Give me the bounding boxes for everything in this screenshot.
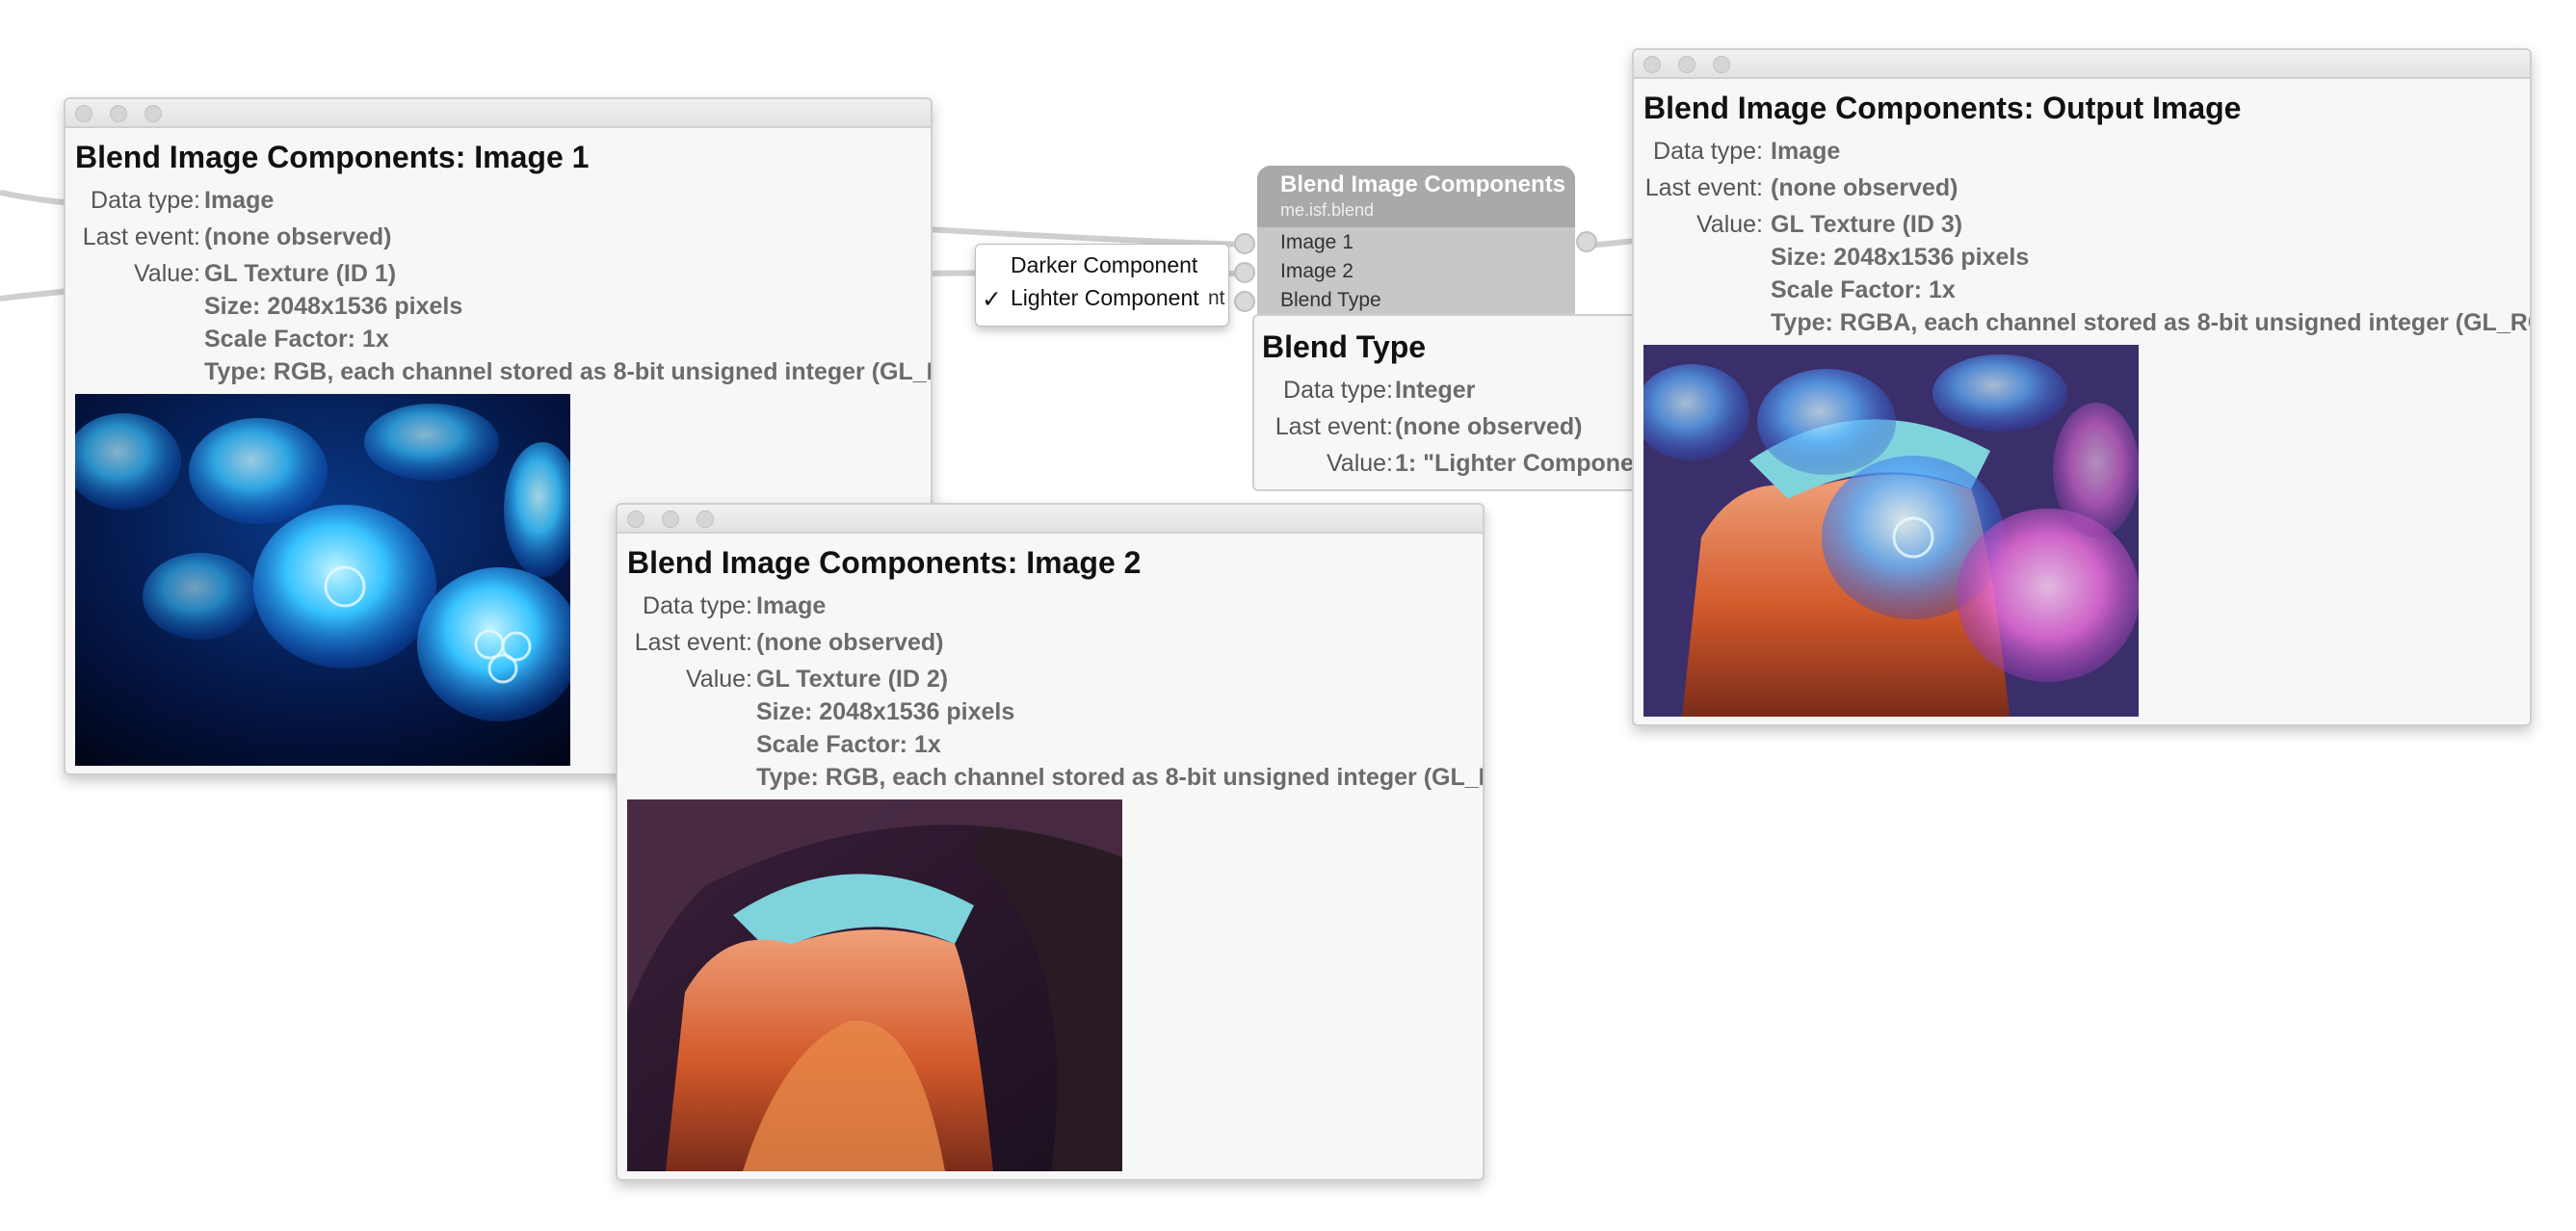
inspector-title: Blend Image Components: Output Image: [1643, 91, 2242, 125]
cable-in-left-1: [0, 190, 68, 205]
close-window-button[interactable]: [75, 105, 92, 122]
scale-factor-text: Scale Factor: 1x: [204, 326, 389, 353]
data-type-value: Image: [1771, 138, 1841, 165]
inspector-window-blend-type[interactable]: Blend Type Data type: Integer Last event…: [1252, 314, 1661, 491]
cable-image1-to-node: [926, 226, 1249, 248]
last-event-label: Last event:: [1275, 413, 1393, 440]
port-label-blend-type: Blend Type: [1280, 289, 1381, 311]
menu-item-darker-component[interactable]: Darker Component: [1011, 252, 1197, 278]
inspector-window-image2[interactable]: Blend Image Components: Image 2 Data typ…: [616, 503, 1485, 1181]
value-label: Value:: [133, 260, 200, 287]
blend-image-components-node[interactable]: Blend Image Components me.isf.blend Imag…: [1257, 166, 1575, 320]
input-port-image2[interactable]: [1234, 262, 1255, 283]
minimize-window-button[interactable]: [110, 105, 127, 122]
scale-factor-text: Scale Factor: 1x: [1771, 276, 1956, 303]
jellyfish-image: [75, 394, 570, 766]
type-text: Type: RGB, each channel stored as 8-bit …: [204, 358, 933, 385]
zoom-window-button[interactable]: [1713, 56, 1730, 73]
menu-item-lighter-component[interactable]: Lighter Component: [1011, 285, 1199, 311]
scale-factor-text: Scale Factor: 1x: [756, 731, 941, 758]
input-port-blend-type[interactable]: [1234, 291, 1255, 312]
value-text: GL Texture (ID 1): [204, 260, 397, 287]
port-label-image1: Image 1: [1280, 231, 1354, 253]
data-type-label: Data type:: [643, 592, 752, 619]
inspector-window-output-image[interactable]: Blend Image Components: Output Image Dat…: [1632, 48, 2532, 726]
last-event-value: (none observed): [756, 629, 944, 656]
input-port-image1[interactable]: [1234, 233, 1255, 254]
window-titlebar[interactable]: [66, 99, 931, 128]
window-titlebar[interactable]: [618, 505, 1483, 534]
data-type-label: Data type:: [91, 187, 200, 214]
value-label: Value:: [685, 666, 752, 693]
data-type-value: Image: [204, 187, 275, 214]
inspector-title: Blend Type: [1262, 329, 1427, 364]
window-titlebar[interactable]: [1634, 50, 2530, 79]
composition-canvas[interactable]: Blend Image Components: Image 1 Data typ…: [0, 0, 2576, 1231]
output-port-image[interactable]: [1576, 231, 1597, 252]
node-subtitle: me.isf.blend: [1280, 200, 1375, 220]
data-type-value: Integer: [1395, 377, 1476, 404]
value-text: 1: "Lighter Component": [1395, 450, 1661, 477]
minimize-window-button[interactable]: [1678, 56, 1695, 73]
blend-type-menu[interactable]: Darker Component ✓ Lighter Component: [975, 244, 1229, 327]
close-window-button[interactable]: [1643, 56, 1661, 73]
cable-in-left-2: [0, 288, 68, 301]
size-text: Size: 2048x1536 pixels: [204, 293, 463, 320]
last-event-label: Last event:: [1644, 174, 1763, 201]
node-title: Blend Image Components: [1280, 171, 1566, 197]
checkmark-icon: ✓: [982, 286, 1002, 313]
type-text: Type: RGB, each channel stored as 8-bit …: [756, 764, 1485, 791]
zoom-window-button[interactable]: [697, 511, 714, 528]
close-window-button[interactable]: [627, 511, 644, 528]
inspector-title: Blend Image Components: Image 1: [75, 140, 590, 174]
type-text: Type: RGBA, each channel stored as 8-bit…: [1771, 309, 2532, 336]
value-label: Value:: [1695, 211, 1763, 238]
canyon-image: [627, 799, 1122, 1171]
last-event-value: (none observed): [1771, 174, 1958, 201]
value-text: GL Texture (ID 2): [756, 666, 949, 693]
truncated-port-label: nt: [1208, 287, 1225, 309]
last-event-label: Last event:: [634, 629, 752, 656]
last-event-value: (none observed): [1395, 413, 1583, 440]
zoom-window-button[interactable]: [145, 105, 162, 122]
value-text: GL Texture (ID 3): [1771, 211, 1963, 238]
data-type-label: Data type:: [1653, 138, 1763, 165]
data-type-label: Data type:: [1283, 377, 1393, 404]
port-label-image2: Image 2: [1280, 260, 1354, 282]
size-text: Size: 2048x1536 pixels: [1771, 244, 2030, 271]
minimize-window-button[interactable]: [662, 511, 679, 528]
last-event-label: Last event:: [82, 223, 200, 250]
last-event-value: (none observed): [204, 223, 392, 250]
inspector-title: Blend Image Components: Image 2: [627, 545, 1142, 580]
value-label: Value:: [1326, 450, 1393, 477]
data-type-value: Image: [756, 592, 827, 619]
blended-image: [1643, 345, 2139, 717]
size-text: Size: 2048x1536 pixels: [756, 698, 1015, 725]
